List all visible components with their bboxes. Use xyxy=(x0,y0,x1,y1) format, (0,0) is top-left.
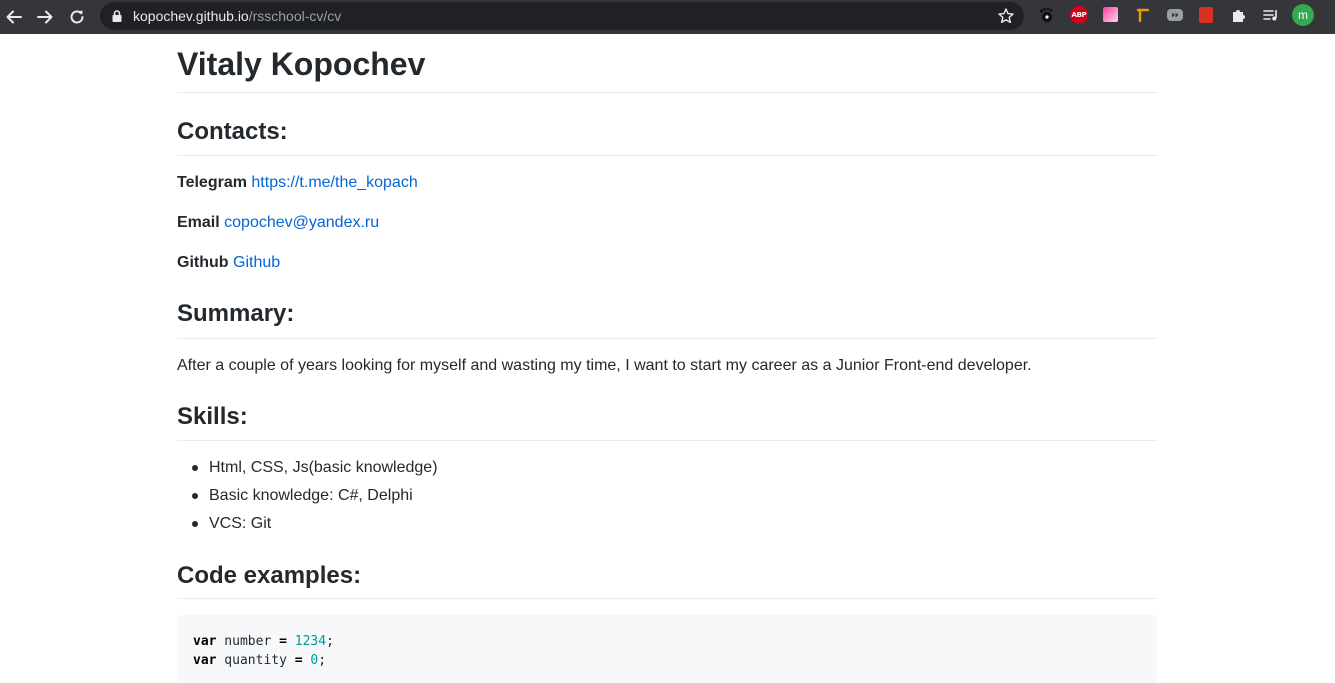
telegram-link[interactable]: https://t.me/the_kopach xyxy=(251,174,417,191)
page-title: Vitaly Kopochev xyxy=(177,34,1157,93)
github-label: Github xyxy=(177,254,229,271)
contacts-heading: Contacts: xyxy=(177,117,1157,156)
code-operator: = xyxy=(294,653,303,668)
code-keyword: var xyxy=(193,634,217,649)
skill-item: VCS: Git xyxy=(177,514,438,542)
code-semicolon: ; xyxy=(318,653,327,668)
skills-heading: Skills: xyxy=(177,402,1157,441)
email-row: Email copochev@yandex.ru xyxy=(177,213,379,233)
github-row: Github Github xyxy=(177,253,280,273)
skill-item: Basic knowledge: C#, Delphi xyxy=(177,486,438,514)
code-examples-heading: Code examples: xyxy=(177,561,1157,599)
cv-content: Vitaly Kopochev Contacts: Telegram https… xyxy=(177,34,1157,683)
bookmark-star-icon[interactable] xyxy=(997,7,1015,25)
skill-text: VCS: Git xyxy=(209,515,272,532)
media-queue-icon[interactable] xyxy=(1262,6,1280,24)
gnome-extension-icon[interactable] xyxy=(1037,6,1055,24)
telegram-row: Telegram https://t.me/the_kopach xyxy=(177,173,418,193)
back-button[interactable] xyxy=(2,5,26,29)
summary-text: After a couple of years looking for myse… xyxy=(177,357,1032,374)
skill-text: Html, CSS, Js(basic knowledge) xyxy=(209,459,438,476)
url-host: kopochev.github.io xyxy=(133,8,249,24)
bookmark-extension-icon[interactable] xyxy=(1199,7,1213,23)
url-path: /rsschool-cv/cv xyxy=(248,8,342,24)
lock-icon xyxy=(112,10,122,22)
code-block: var number = 1234; var quantity = 0; xyxy=(177,615,1157,683)
arrow-left-icon xyxy=(6,10,22,24)
reload-icon xyxy=(70,10,84,24)
code-line: var number = 1234; xyxy=(193,632,1141,651)
skills-list: Html, CSS, Js(basic knowledge) Basic kno… xyxy=(177,458,438,542)
media-extension-icon[interactable] xyxy=(1166,6,1184,24)
profile-avatar[interactable]: m xyxy=(1292,4,1314,26)
code-line: var quantity = 0; xyxy=(193,651,1141,670)
color-picker-extension-icon[interactable] xyxy=(1103,7,1118,22)
forward-button[interactable] xyxy=(33,5,57,29)
skill-text: Basic knowledge: C#, Delphi xyxy=(209,487,413,504)
arrow-right-icon xyxy=(37,10,53,24)
skill-item: Html, CSS, Js(basic knowledge) xyxy=(177,458,438,486)
code-identifier: quantity xyxy=(216,653,295,668)
email-label: Email xyxy=(177,214,220,231)
reload-button[interactable] xyxy=(65,5,89,29)
code-keyword: var xyxy=(193,653,217,668)
extensions-puzzle-icon[interactable] xyxy=(1230,6,1248,24)
summary-heading: Summary: xyxy=(177,299,1157,339)
bullet-icon xyxy=(192,521,198,527)
code-semicolon: ; xyxy=(326,634,334,649)
address-bar[interactable]: kopochev.github.io/rsschool-cv/cv xyxy=(100,2,1024,30)
code-operator: = xyxy=(279,634,287,649)
email-link[interactable]: copochev@yandex.ru xyxy=(224,214,379,231)
profile-initial: m xyxy=(1298,8,1308,22)
abp-label: ABP xyxy=(1071,11,1087,19)
bullet-icon xyxy=(192,493,198,499)
browser-toolbar: kopochev.github.io/rsschool-cv/cv ABP m xyxy=(0,0,1335,34)
bullet-icon xyxy=(192,465,198,471)
adblock-plus-extension-icon[interactable]: ABP xyxy=(1070,6,1088,24)
telegram-label: Telegram xyxy=(177,174,247,191)
github-link[interactable]: Github xyxy=(233,254,280,271)
url-text: kopochev.github.io/rsschool-cv/cv xyxy=(133,8,341,24)
ruler-extension-icon[interactable] xyxy=(1134,6,1152,24)
code-identifier: number xyxy=(216,634,280,649)
code-number: 1234 xyxy=(294,634,327,649)
